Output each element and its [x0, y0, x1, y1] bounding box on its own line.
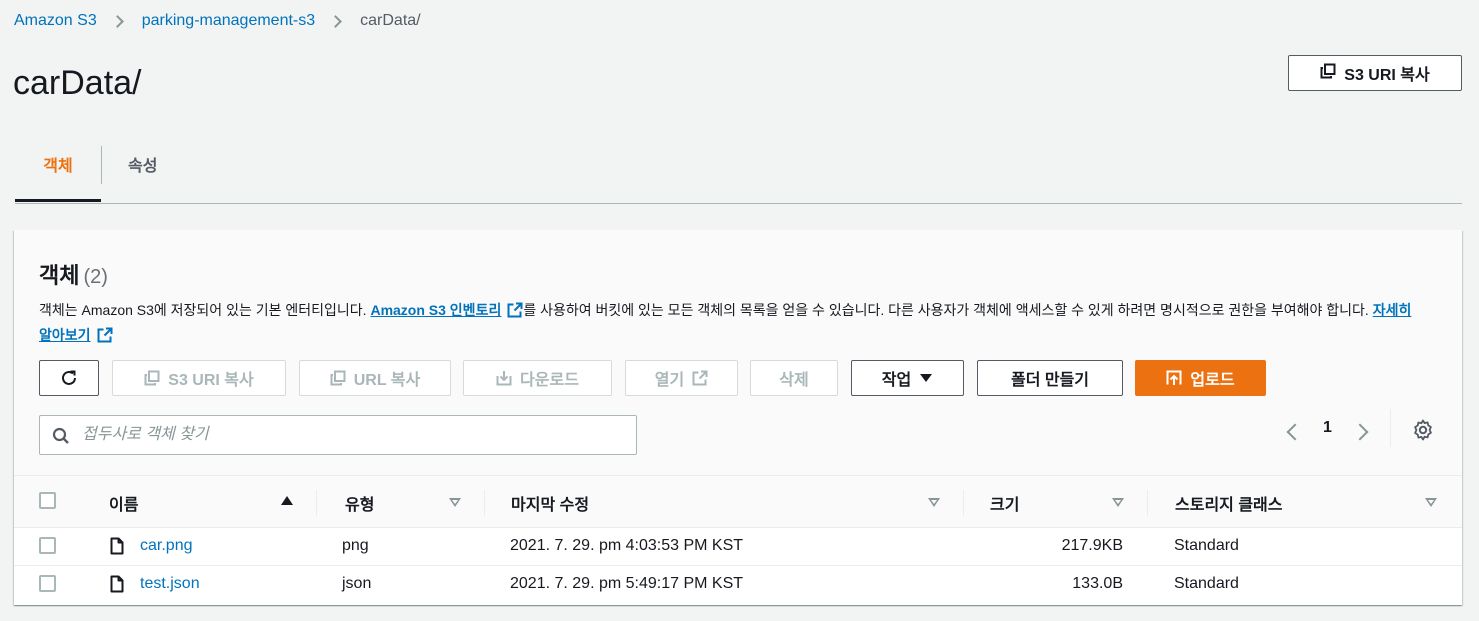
external-link-icon: [507, 302, 523, 318]
copy-url-button[interactable]: URL 복사: [299, 360, 451, 396]
download-icon: [496, 371, 512, 386]
column-header-name[interactable]: 이름: [109, 491, 138, 515]
object-modified: 2021. 7. 29. pm 5:49:17 PM KST: [510, 575, 744, 592]
tab-properties[interactable]: 속성: [128, 152, 157, 176]
actions-dropdown[interactable]: 작업: [851, 360, 964, 396]
delete-button[interactable]: 삭제: [750, 360, 838, 396]
actions-label: 작업: [881, 372, 912, 389]
copy-icon: [144, 370, 160, 386]
breadcrumb: Amazon S3 parking-management-s3 carData/: [14, 12, 421, 30]
caret-down-icon: [920, 374, 933, 382]
pagination-divider: [1390, 409, 1391, 447]
copy-s3-uri-toolbar-button[interactable]: S3 URI 복사: [112, 360, 286, 396]
select-all-checkbox[interactable]: [39, 492, 56, 509]
object-storage-class: Standard: [1174, 575, 1239, 592]
objects-heading: 객체 (2): [39, 258, 108, 290]
copy-icon: [1320, 63, 1336, 84]
column-header-storage-class[interactable]: 스토리지 클래스: [1175, 491, 1283, 515]
breadcrumb-amazon-s3[interactable]: Amazon S3: [14, 12, 97, 30]
current-page[interactable]: 1: [1323, 419, 1332, 437]
upload-button[interactable]: 업로드: [1135, 360, 1266, 396]
external-link-icon: [97, 327, 113, 343]
refresh-button[interactable]: [39, 360, 99, 396]
sort-icon[interactable]: [1112, 498, 1124, 507]
column-header-modified[interactable]: 마지막 수정: [511, 491, 589, 515]
file-icon: [110, 575, 124, 593]
copy-url-label: URL 복사: [353, 372, 421, 389]
column-divider: [963, 490, 964, 516]
external-link-icon: [692, 370, 708, 386]
sort-icon[interactable]: [928, 498, 940, 507]
tab-objects[interactable]: 객체: [15, 152, 101, 202]
settings-gear-icon[interactable]: [1412, 419, 1434, 441]
download-button[interactable]: 다운로드: [463, 360, 612, 396]
object-size: 133.0B: [1072, 575, 1123, 592]
download-label: 다운로드: [520, 372, 579, 389]
object-storage-class: Standard: [1174, 537, 1239, 554]
row-checkbox[interactable]: [39, 537, 56, 554]
table-header: 이름 유형 마지막 수정 크기 스토리지 클래스: [14, 475, 1462, 528]
upload-icon: [1166, 370, 1182, 385]
create-folder-button[interactable]: 폴더 만들기: [977, 360, 1123, 396]
chevron-right-icon: [329, 14, 343, 28]
sort-icon[interactable]: [1425, 498, 1437, 507]
object-size: 217.9KB: [1061, 537, 1123, 554]
tab-divider: [101, 146, 102, 184]
objects-count: (2): [83, 266, 108, 288]
desc-text-2: 를 사용하여 버킷에 있는 모든 객체의 목록을 얻을 수 있습니다. 다른 사…: [523, 302, 1373, 318]
search-box: [39, 415, 637, 455]
object-type: png: [342, 537, 369, 554]
copy-s3-uri-button[interactable]: S3 URI 복사: [1288, 55, 1462, 91]
breadcrumb-bucket[interactable]: parking-management-s3: [142, 12, 315, 30]
column-divider: [484, 490, 485, 516]
object-name-link[interactable]: car.png: [140, 537, 192, 555]
row-checkbox[interactable]: [39, 575, 56, 592]
column-header-size[interactable]: 크기: [990, 491, 1019, 515]
chevron-right-icon: [110, 14, 124, 28]
column-divider: [1147, 490, 1148, 516]
search-input[interactable]: [82, 422, 622, 448]
object-name-link[interactable]: test.json: [140, 575, 200, 593]
desc-text-1: 객체는 Amazon S3에 저장되어 있는 기본 엔터티입니다.: [39, 302, 371, 318]
table-row: car.png png 2021. 7. 29. pm 4:03:53 PM K…: [14, 528, 1462, 566]
refresh-icon: [62, 370, 76, 385]
copy-s3-uri-label: S3 URI 복사: [1344, 67, 1430, 84]
objects-panel: 객체 (2) 객체는 Amazon S3에 저장되어 있는 기본 엔터티입니다. …: [14, 230, 1462, 605]
file-icon: [110, 537, 124, 555]
create-folder-label: 폴더 만들기: [1010, 372, 1090, 389]
open-label: 열기: [654, 372, 685, 389]
sort-ascending-icon[interactable]: [281, 496, 293, 505]
objects-description: 객체는 Amazon S3에 저장되어 있는 기본 엔터티입니다. Amazon…: [39, 298, 1419, 348]
delete-label: 삭제: [779, 372, 809, 389]
column-header-type[interactable]: 유형: [345, 491, 374, 515]
copy-icon: [330, 370, 346, 386]
search-icon: [52, 427, 69, 444]
open-button[interactable]: 열기: [625, 360, 738, 396]
column-divider: [316, 490, 317, 516]
breadcrumb-current: carData/: [360, 12, 421, 29]
inventory-link-label: Amazon S3 인벤토리: [370, 302, 502, 318]
object-modified: 2021. 7. 29. pm 4:03:53 PM KST: [510, 537, 744, 554]
inventory-link[interactable]: Amazon S3 인벤토리: [370, 302, 523, 318]
table-row: test.json json 2021. 7. 29. pm 5:49:17 P…: [14, 566, 1462, 604]
copy-s3-uri-toolbar-label: S3 URI 복사: [168, 372, 254, 389]
page-title: carData/: [13, 64, 142, 102]
sort-icon[interactable]: [449, 498, 461, 507]
objects-title: 객체: [39, 263, 80, 288]
tab-bar: 객체 속성: [15, 140, 1462, 204]
object-type: json: [342, 575, 372, 592]
upload-label: 업로드: [1190, 372, 1235, 389]
